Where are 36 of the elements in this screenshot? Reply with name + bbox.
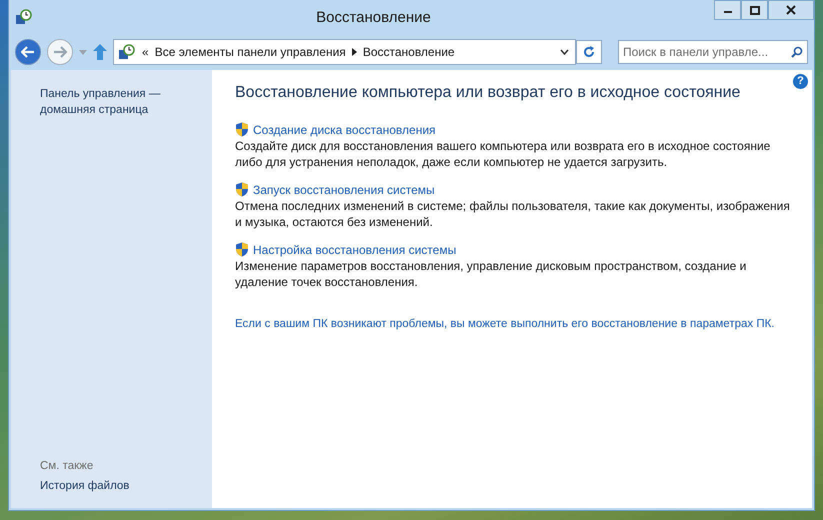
sidebar-heading: См. также: [40, 460, 94, 472]
minimize-button[interactable]: [714, 0, 741, 20]
shield-icon: [235, 182, 249, 197]
back-arrow-icon: [21, 46, 35, 58]
shield-icon: [235, 122, 249, 137]
address-bar[interactable]: « Все элементы панели управления Восстановление: [113, 39, 576, 65]
refresh-icon: [583, 46, 595, 58]
task-description: Отмена последних изменений в системе; файлы пользователя, такие как документы, изображения и музыка, остаются без изменений.: [235, 198, 791, 230]
restore-clock-icon: [118, 44, 136, 60]
breadcrumb-separator-icon[interactable]: [352, 48, 357, 56]
task-description: Создайте диск для восстановления вашего компьютера или возврата его в исходное состояние либо для устранения неполадок, даже если компьютер не удается загрузить.: [235, 138, 772, 170]
dropdown-caret-icon[interactable]: [560, 49, 569, 55]
restore-clock-icon: [15, 9, 33, 25]
maximize-button[interactable]: [741, 0, 768, 20]
window-title: Восстановление: [315, 8, 432, 26]
refresh-button[interactable]: [576, 40, 602, 64]
help-button[interactable]: ?: [793, 74, 808, 89]
close-icon: [786, 5, 796, 15]
breadcrumb-item[interactable]: Восстановление: [362, 45, 455, 59]
close-button[interactable]: [768, 0, 814, 20]
sidebar-link[interactable]: Панель управления — домашняя страница: [40, 86, 212, 118]
shield-icon: [235, 242, 249, 257]
sidebar-link[interactable]: История файлов: [40, 480, 212, 492]
forward-arrow-icon: [53, 46, 67, 58]
task-link[interactable]: Запуск восстановления системы: [253, 182, 435, 196]
search-field[interactable]: Поиск в панели управле...: [618, 40, 808, 64]
breadcrumb-item[interactable]: Все элементы панели управления: [154, 45, 346, 59]
task-link[interactable]: Настройка восстановления системы: [253, 242, 456, 256]
search-icon: [791, 46, 803, 58]
back-button[interactable]: [15, 39, 41, 65]
maximize-icon: [750, 6, 760, 14]
breadcrumb-overflow[interactable]: «: [142, 45, 149, 59]
page-heading: Восстановление компьютера или возврат его в исходное состояние: [235, 84, 742, 102]
task-description: Изменение параметров восстановления, управление дисковым пространством, создание и удаление точек восстановления.: [235, 258, 748, 290]
task-link[interactable]: Создание диска восстановления: [253, 122, 436, 136]
pc-settings-link[interactable]: Если с вашим ПК возникают проблемы, вы можете выполнить его восстановление в параметрах ПК.: [235, 318, 802, 330]
